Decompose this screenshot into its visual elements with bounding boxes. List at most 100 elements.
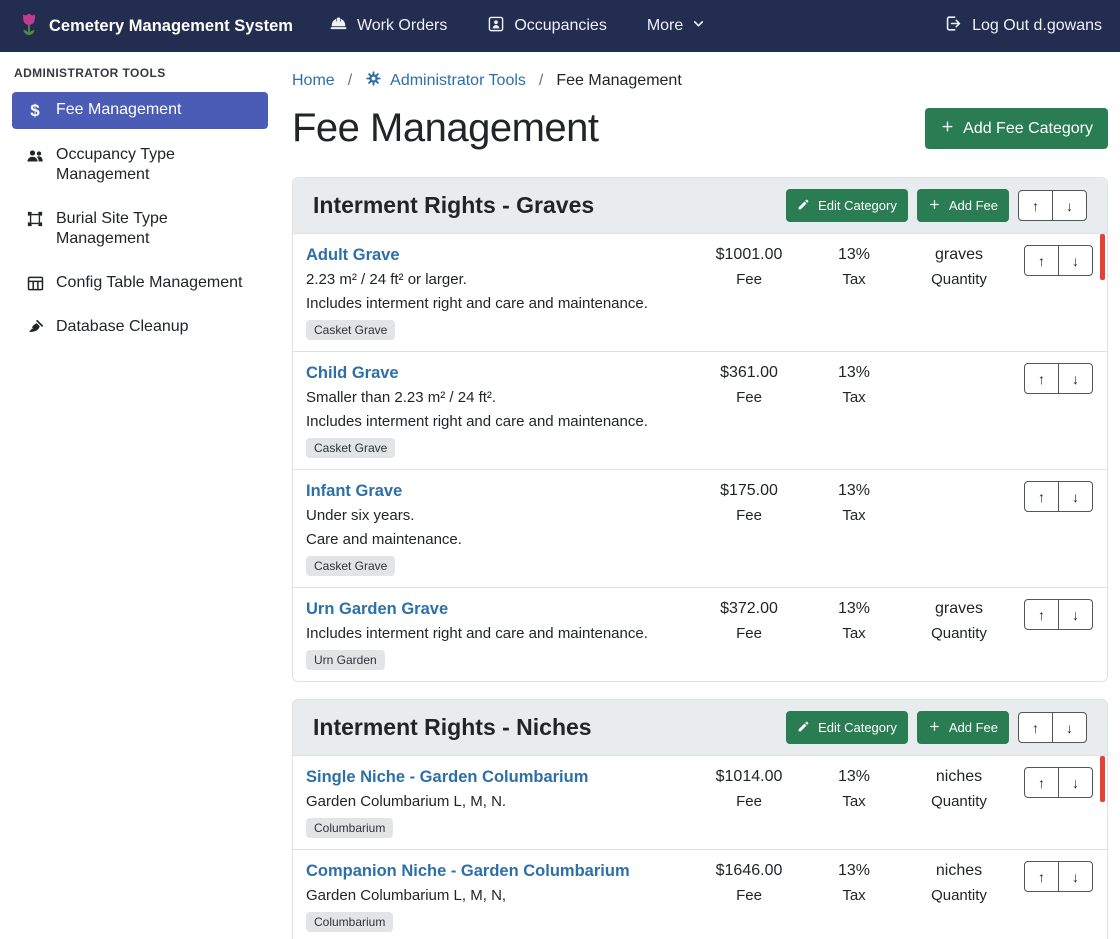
nav-more[interactable]: More [647, 17, 705, 35]
fee-amount-label: Fee [694, 887, 804, 905]
move-fee-down-button[interactable]: ↓ [1058, 245, 1093, 276]
fee-tax-column: 13% Tax [814, 245, 894, 289]
nav-label: Work Orders [357, 17, 447, 35]
main-content: Home / Administrator Tools / Fee Ma [280, 52, 1120, 939]
fee-amount-column: $372.00 Fee [694, 599, 804, 643]
page-header: Fee Management Add Fee Category [292, 106, 1108, 151]
move-fee-down-button[interactable]: ↓ [1058, 767, 1093, 798]
fee-description: Garden Columbarium L, M, N. [306, 793, 684, 811]
fee-name-link[interactable]: Adult Grave [306, 245, 400, 265]
fee-quantity-value: niches [904, 767, 1014, 787]
dollar-icon: $ [24, 101, 46, 121]
logout-icon [944, 14, 963, 38]
sidebar-item-occupancy-type[interactable]: Occupancy Type Management [12, 137, 268, 193]
move-fee-up-button[interactable]: ↑ [1024, 767, 1059, 798]
edit-category-button[interactable]: Edit Category [786, 189, 908, 222]
edit-category-button[interactable]: Edit Category [786, 711, 908, 744]
plus-icon [940, 119, 955, 138]
fee-quantity-column: graves Quantity [904, 599, 1014, 643]
fee-quantity-column: graves Quantity [904, 245, 1014, 289]
move-fee-up-button[interactable]: ↑ [1024, 245, 1059, 276]
fee-amount-value: $1001.00 [694, 245, 804, 265]
page-title: Fee Management [292, 106, 599, 151]
category-title: Interment Rights - Graves [313, 192, 777, 219]
fee-description: Includes interment right and care and ma… [306, 625, 684, 643]
move-fee-up-button[interactable]: ↑ [1024, 599, 1059, 630]
fee-reorder-group: ↑ ↓ [1024, 481, 1093, 512]
users-icon [24, 146, 46, 166]
move-fee-up-button[interactable]: ↑ [1024, 481, 1059, 512]
sidebar-item-label: Fee Management [56, 100, 246, 120]
logout-link[interactable]: Log Out d.gowans [944, 14, 1102, 38]
fee-tax-column: 13% Tax [814, 481, 894, 525]
fee-row: Urn Garden Grave Includes interment righ… [293, 587, 1107, 681]
fee-quantity-column: niches Quantity [904, 767, 1014, 811]
card-scrollbar-thumb[interactable] [1100, 234, 1105, 280]
fee-tax-value: 13% [814, 599, 894, 619]
sidebar-item-label: Occupancy Type Management [56, 145, 246, 185]
move-fee-down-button[interactable]: ↓ [1058, 363, 1093, 394]
hard-hat-icon [329, 14, 348, 38]
nav-work-orders[interactable]: Work Orders [329, 14, 447, 38]
fee-name-link[interactable]: Infant Grave [306, 481, 402, 501]
move-category-up-button[interactable]: ↑ [1018, 712, 1053, 743]
sidebar-item-database-cleanup[interactable]: Database Cleanup [12, 309, 268, 345]
add-fee-category-button[interactable]: Add Fee Category [925, 108, 1108, 149]
button-label: Add Fee [949, 199, 998, 212]
add-fee-button[interactable]: Add Fee [917, 711, 1009, 744]
fee-tax-value: 13% [814, 767, 894, 787]
sidebar-item-fee-management[interactable]: $ Fee Management [12, 92, 268, 129]
breadcrumb-separator: / [348, 72, 352, 90]
move-fee-up-button[interactable]: ↑ [1024, 363, 1059, 394]
fee-description: Includes interment right and care and ma… [306, 295, 684, 313]
move-category-up-button[interactable]: ↑ [1018, 190, 1053, 221]
add-fee-button[interactable]: Add Fee [917, 189, 1009, 222]
fee-reorder-group: ↑ ↓ [1024, 599, 1093, 630]
sidebar-item-label: Database Cleanup [56, 317, 246, 337]
breadcrumb-separator: / [539, 72, 543, 90]
move-category-down-button[interactable]: ↓ [1052, 190, 1087, 221]
move-fee-down-button[interactable]: ↓ [1058, 861, 1093, 892]
fee-amount-column: $1001.00 Fee [694, 245, 804, 289]
fee-amount-column: $361.00 Fee [694, 363, 804, 407]
fee-amount-label: Fee [694, 793, 804, 811]
fee-tax-label: Tax [814, 389, 894, 407]
breadcrumb-home[interactable]: Home [292, 72, 335, 90]
fee-amount-value: $1646.00 [694, 861, 804, 881]
fee-amount-label: Fee [694, 625, 804, 643]
card-scrollbar-thumb[interactable] [1100, 756, 1105, 802]
admin-sidebar: ADMINISTRATOR TOOLS $ Fee Management Occ… [0, 52, 280, 939]
fee-type-badge: Casket Grave [306, 438, 395, 458]
button-label: Edit Category [818, 721, 897, 734]
move-fee-up-button[interactable]: ↑ [1024, 861, 1059, 892]
nav-label: Occupancies [514, 17, 607, 35]
breadcrumb: Home / Administrator Tools / Fee Ma [292, 70, 1108, 92]
fee-name-link[interactable]: Urn Garden Grave [306, 599, 448, 619]
nav-occupancies[interactable]: Occupancies [487, 15, 607, 38]
fee-row: Single Niche - Garden Columbarium Garden… [293, 756, 1107, 849]
plus-icon [928, 198, 941, 213]
fee-name-link[interactable]: Child Grave [306, 363, 399, 383]
sidebar-item-config-table[interactable]: Config Table Management [12, 265, 268, 301]
fee-name-link[interactable]: Single Niche - Garden Columbarium [306, 767, 588, 787]
fee-description: Includes interment right and care and ma… [306, 413, 684, 431]
move-category-down-button[interactable]: ↓ [1052, 712, 1087, 743]
fee-info: Companion Niche - Garden Columbarium Gar… [306, 861, 684, 932]
breadcrumb-admin-tools[interactable]: Administrator Tools [365, 70, 526, 92]
move-fee-down-button[interactable]: ↓ [1058, 599, 1093, 630]
fee-tax-column: 13% Tax [814, 599, 894, 643]
fee-quantity-value: graves [904, 599, 1014, 619]
fee-type-badge: Columbarium [306, 818, 393, 838]
fee-description: Under six years. [306, 507, 684, 525]
gear-icon [365, 70, 382, 92]
fee-name-link[interactable]: Companion Niche - Garden Columbarium [306, 861, 630, 881]
pencil-icon [797, 720, 810, 735]
breadcrumb-label: Administrator Tools [390, 72, 526, 90]
category-title: Interment Rights - Niches [313, 714, 777, 741]
move-fee-down-button[interactable]: ↓ [1058, 481, 1093, 512]
app-brand[interactable]: Cemetery Management System [18, 11, 293, 42]
fee-amount-label: Fee [694, 271, 804, 289]
button-label: Add Fee [949, 721, 998, 734]
fee-quantity-label: Quantity [904, 887, 1014, 905]
sidebar-item-burial-site-type[interactable]: Burial Site Type Management [12, 201, 268, 257]
